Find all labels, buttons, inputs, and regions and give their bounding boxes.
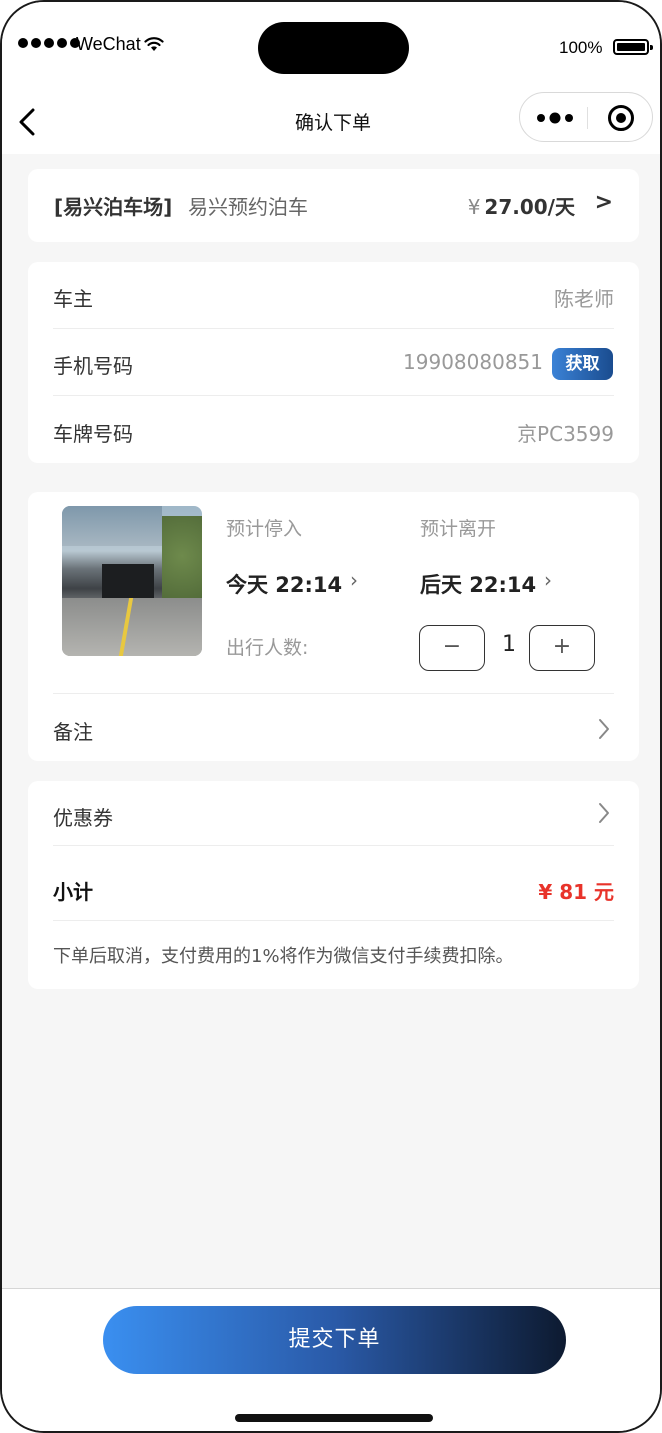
chevron-right-icon: › xyxy=(350,568,358,592)
owner-label: 车主 xyxy=(53,287,93,311)
currency-symbol: ¥ xyxy=(467,195,481,219)
capsule-divider xyxy=(587,107,588,129)
dynamic-island xyxy=(258,22,409,74)
subtotal-value: ¥ 81 元 xyxy=(538,880,614,904)
enter-time-label: 预计停入 xyxy=(226,518,303,540)
divider xyxy=(53,328,614,329)
people-count-label: 出行人数: xyxy=(226,637,309,659)
booking-card: 预计停入 今天 22:14 › 预计离开 后天 22:14 › 出行人数: − … xyxy=(28,492,639,761)
plate-label: 车牌号码 xyxy=(53,422,133,446)
daily-price: ¥27.00/天 xyxy=(468,191,575,220)
battery-icon xyxy=(613,39,653,55)
chevron-right-icon[interactable] xyxy=(597,802,611,824)
store-arrow-icon: > xyxy=(594,190,613,215)
carrier-name: WeChat xyxy=(76,34,141,54)
leave-time-label: 预计离开 xyxy=(420,518,497,540)
coupon-label[interactable]: 优惠券 xyxy=(53,802,113,831)
submit-order-button[interactable]: 提交下单 xyxy=(103,1306,566,1374)
price-value: 27.00/天 xyxy=(484,195,575,219)
bottom-bar: 提交下单 xyxy=(2,1288,660,1431)
signal-icon xyxy=(18,38,80,48)
leave-time-value[interactable]: 后天 22:14 xyxy=(420,569,536,599)
chevron-right-icon[interactable] xyxy=(597,718,611,740)
battery-percentage: 100% xyxy=(559,38,603,57)
owner-value: 陈老师 xyxy=(554,287,614,311)
phone-screen: WeChat 100% 确认下单 [易兴泊车场] 易兴预约泊车 ¥27.00/天… xyxy=(0,0,662,1433)
divider xyxy=(53,395,614,396)
miniprogram-capsule xyxy=(519,92,653,142)
status-bar: WeChat 100% xyxy=(2,2,660,92)
parking-lot-photo xyxy=(62,506,202,656)
divider xyxy=(53,920,614,921)
divider xyxy=(53,693,614,694)
summary-card: 优惠券 小计 ¥ 81 元 下单后取消，支付费用的1%将作为微信支付手续费扣除。 xyxy=(28,781,639,989)
plate-value[interactable]: 京PC3599 xyxy=(517,418,614,447)
fetch-phone-button[interactable]: 获取 xyxy=(552,348,613,380)
increase-button[interactable]: + xyxy=(529,625,595,671)
enter-time-value[interactable]: 今天 22:14 xyxy=(226,569,342,599)
subtotal-label: 小计 xyxy=(53,880,93,904)
more-icon[interactable] xyxy=(536,111,574,125)
phone-value[interactable]: 19908080851 xyxy=(403,350,543,374)
home-indicator xyxy=(235,1414,433,1422)
owner-info-card: 车主 陈老师 手机号码 19908080851 获取 车牌号码 京PC3599 xyxy=(28,262,639,463)
decrease-button[interactable]: − xyxy=(419,625,485,671)
divider xyxy=(53,845,614,846)
store-name: [易兴泊车场] xyxy=(54,195,173,219)
phone-label: 手机号码 xyxy=(53,354,133,378)
close-miniprogram-icon[interactable] xyxy=(608,105,634,131)
people-count-value: 1 xyxy=(502,632,516,657)
product-name: 易兴预约泊车 xyxy=(188,195,308,219)
store-card[interactable]: [易兴泊车场] 易兴预约泊车 ¥27.00/天 > xyxy=(28,169,639,242)
cancellation-notice: 下单后取消，支付费用的1%将作为微信支付手续费扣除。 xyxy=(53,946,514,967)
chevron-right-icon: › xyxy=(544,568,552,592)
remark-label[interactable]: 备注 xyxy=(53,716,93,745)
wifi-icon xyxy=(144,37,164,51)
